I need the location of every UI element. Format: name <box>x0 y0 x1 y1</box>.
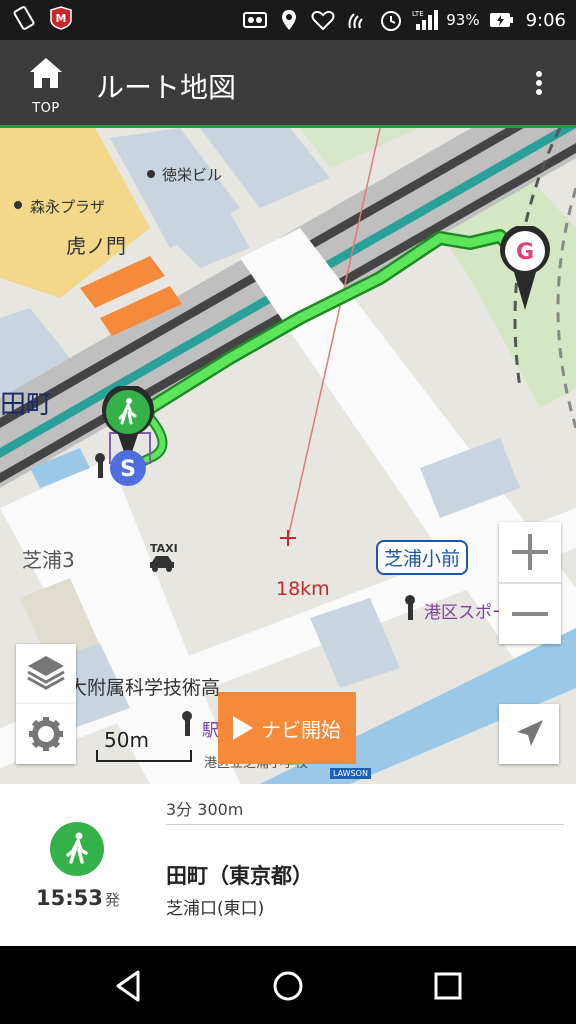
settings-button[interactable] <box>16 704 76 764</box>
back-button[interactable] <box>106 964 150 1008</box>
station-marker[interactable]: S <box>108 448 148 488</box>
walk-mode-icon <box>50 822 104 876</box>
departure-suffix: 発 <box>104 891 120 909</box>
alarm-icon <box>381 11 402 31</box>
route-duration: 3分 300m <box>166 800 244 819</box>
layers-button[interactable] <box>16 644 76 704</box>
zoom-out-button[interactable] <box>499 584 561 644</box>
route-summary-panel[interactable]: 15:53 発 3分 300m 田町（東京都） 芝浦口(東口) <box>0 784 576 946</box>
navi-start-button[interactable]: ナビ開始 <box>218 692 356 764</box>
nfc-icon <box>348 13 363 29</box>
home-icon <box>30 58 62 88</box>
voicemail-icon <box>243 12 268 28</box>
svg-text:G: G <box>516 240 534 265</box>
battery-percent: 93% <box>446 11 480 29</box>
location-icon <box>282 10 297 30</box>
map-label-tamachi: 田町 <box>0 390 53 420</box>
station-name: 田町（東京都） <box>166 864 313 888</box>
map-label-toranomon: 虎ノ門 <box>66 234 126 258</box>
home-top-label: TOP <box>32 101 60 116</box>
layers-icon <box>27 656 65 690</box>
battery-charging-icon <box>489 13 513 27</box>
zoom-controls <box>499 522 561 644</box>
heart-icon <box>311 10 335 31</box>
navigation-arrow-icon <box>517 720 543 746</box>
system-nav-bar <box>0 946 576 1024</box>
recents-button[interactable] <box>426 964 470 1008</box>
play-icon <box>233 716 253 740</box>
back-triangle-icon <box>116 970 140 1002</box>
map-label-tokuei: 徳栄ビル <box>162 166 223 184</box>
goal-pin[interactable]: G <box>498 226 552 312</box>
svg-text:S: S <box>120 457 136 482</box>
home-circle-icon <box>273 971 303 1001</box>
signal-icon: LTE <box>412 10 439 30</box>
minus-icon <box>512 612 548 616</box>
panel-divider <box>166 824 564 825</box>
scale-bar <box>96 750 192 762</box>
app-bar: TOP ルート地図 <box>0 40 576 128</box>
route-map[interactable]: 徳栄ビル 森永プラザ 虎ノ門 田町 芝浦3 TAXI 芝浦小前 18km 港区ス… <box>0 128 576 784</box>
map-label-fuzoku: 大附属科学技術高 <box>68 677 221 699</box>
page-title: ルート地図 <box>96 71 237 104</box>
map-scale: 50m <box>96 728 192 764</box>
zoom-in-button[interactable] <box>499 522 561 582</box>
recents-square-icon <box>434 972 462 1000</box>
station-exit: 芝浦口(東口) <box>166 899 265 919</box>
more-vert-icon <box>536 71 542 77</box>
map-label-eki: 駅 <box>202 721 219 741</box>
map-label-shibaura3: 芝浦3 <box>22 548 75 572</box>
status-time: 9:06 <box>525 9 566 31</box>
status-bar: M LTE 93% 9:06 <box>0 0 576 40</box>
gear-icon <box>29 717 63 751</box>
taxi-icon <box>150 556 174 572</box>
current-location-button[interactable] <box>499 704 559 764</box>
screen-rotate-icon <box>13 6 35 30</box>
departure-time: 15:53 発 <box>36 886 120 910</box>
map-label-shibaura-sho-bus-stop[interactable]: 芝浦小前 <box>376 540 469 575</box>
plus-icon <box>512 534 548 570</box>
svg-text:LTE: LTE <box>412 10 424 18</box>
navi-start-label: ナビ開始 <box>261 717 341 742</box>
map-label-morinaga: 森永プラザ <box>30 198 106 216</box>
home-button[interactable] <box>266 964 310 1008</box>
svg-text:M: M <box>56 12 67 25</box>
home-top-button[interactable]: TOP <box>18 54 74 116</box>
overflow-menu-button[interactable] <box>524 68 554 102</box>
mcafee-icon: M <box>50 6 72 30</box>
scale-label: 50m <box>104 728 149 752</box>
lawson-icon: LAWSON <box>330 768 371 779</box>
map-distance-label: 18km <box>276 578 330 600</box>
